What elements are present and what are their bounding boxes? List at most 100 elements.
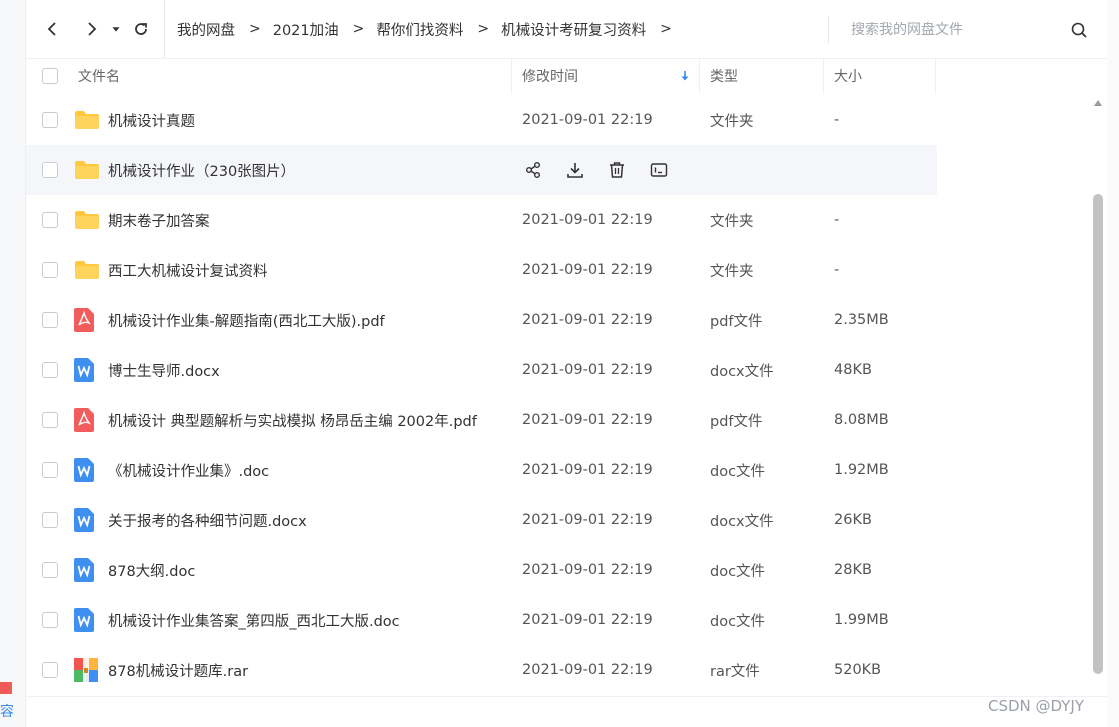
folder-icon: [74, 110, 108, 130]
breadcrumb-item-2021[interactable]: 2021加油: [273, 19, 339, 40]
sort-arrow-down-icon: [681, 70, 689, 80]
search-icon[interactable]: [1070, 21, 1088, 39]
file-name[interactable]: 机械设计作业集-解题指南(西北工大版).pdf: [108, 310, 512, 331]
file-type: 文件夹: [710, 213, 754, 230]
back-button[interactable]: [38, 14, 68, 44]
scroll-up-arrow-icon[interactable]: [1094, 100, 1102, 106]
folder-icon: [74, 260, 108, 280]
file-size: 1.92MB: [834, 462, 889, 478]
file-name[interactable]: 878大纲.doc: [108, 560, 512, 581]
file-time: 2021-09-01 22:19: [522, 362, 653, 378]
row-checkbox-cell: [26, 662, 74, 678]
file-size: 1.99MB: [834, 612, 889, 628]
file-type: 文件夹: [710, 113, 754, 130]
row-checkbox-cell: [26, 162, 74, 178]
rar-icon: [74, 658, 108, 682]
toolbar: 我的网盘 > 2021加油 > 帮你们找资料 > 机械设计考研复习资料 >: [26, 0, 1107, 58]
row-checkbox[interactable]: [42, 312, 58, 328]
scroll-thumb[interactable]: [1093, 194, 1103, 674]
search-input[interactable]: [829, 22, 1049, 38]
file-name[interactable]: 西工大机械设计复试资料: [108, 260, 512, 281]
file-row[interactable]: 《机械设计作业集》.doc 2021-09-01 22:19 doc文件 1.92MB: [26, 445, 1086, 495]
file-row[interactable]: 西工大机械设计复试资料 2021-09-01 22:19 文件夹 -: [26, 245, 1086, 295]
file-time: 2021-09-01 22:19: [522, 612, 653, 628]
right-edge-strip: [1107, 0, 1119, 727]
file-time: 2021-09-01 22:19: [522, 562, 653, 578]
breadcrumb-item-current[interactable]: 机械设计考研复习资料: [501, 19, 646, 40]
row-checkbox[interactable]: [42, 412, 58, 428]
download-icon[interactable]: [564, 159, 586, 181]
row-checkbox-cell: [26, 312, 74, 328]
file-row[interactable]: 机械设计 典型题解析与实战模拟 杨昂岳主编 2002年.pdf 2021-09-0…: [26, 395, 1086, 445]
file-size: 48KB: [834, 362, 872, 378]
row-checkbox[interactable]: [42, 512, 58, 528]
file-type: pdf文件: [710, 313, 763, 330]
file-row[interactable]: 878机械设计题库.rar 2021-09-01 22:19 rar文件 520KB: [26, 645, 1086, 695]
column-header-type[interactable]: 类型: [700, 58, 824, 94]
refresh-icon: [135, 23, 147, 35]
file-size: 26KB: [834, 512, 872, 528]
file-name[interactable]: 机械设计作业集答案_第四版_西北工大版.doc: [108, 610, 512, 631]
select-all-checkbox[interactable]: [42, 68, 58, 84]
delete-icon[interactable]: [606, 159, 628, 181]
rename-icon[interactable]: [648, 159, 670, 181]
breadcrumb-item-root[interactable]: 我的网盘: [177, 19, 235, 40]
breadcrumb-separator: >: [660, 21, 672, 37]
vertical-scrollbar[interactable]: [1092, 100, 1104, 680]
file-size: 520KB: [834, 662, 882, 678]
word-icon: [74, 558, 108, 582]
breadcrumb-separator: >: [352, 21, 365, 37]
breadcrumb-item-help[interactable]: 帮你们找资料: [376, 19, 463, 40]
row-checkbox[interactable]: [42, 112, 58, 128]
column-header-name[interactable]: 文件名: [74, 58, 512, 94]
file-time: 2021-09-01 22:19: [522, 112, 653, 128]
file-row[interactable]: 机械设计作业（230张图片）: [26, 145, 937, 195]
row-checkbox[interactable]: [42, 162, 58, 178]
file-type: docx文件: [710, 513, 774, 530]
file-time: 2021-09-01 22:19: [522, 212, 653, 228]
file-name[interactable]: 机械设计 典型题解析与实战模拟 杨昂岳主编 2002年.pdf: [108, 410, 512, 431]
file-name[interactable]: 期末卷子加答案: [108, 210, 512, 231]
file-row[interactable]: 机械设计作业集答案_第四版_西北工大版.doc 2021-09-01 22:19 d…: [26, 595, 1086, 645]
row-checkbox[interactable]: [42, 462, 58, 478]
file-row[interactable]: 期末卷子加答案 2021-09-01 22:19 文件夹 -: [26, 195, 1086, 245]
row-checkbox[interactable]: [42, 362, 58, 378]
column-header-size[interactable]: 大小: [824, 58, 936, 94]
chevron-right-icon: [88, 22, 97, 36]
folder-icon: [74, 160, 108, 180]
row-checkbox-cell: [26, 562, 74, 578]
file-size: 2.35MB: [834, 312, 889, 328]
file-row[interactable]: 机械设计作业集-解题指南(西北工大版).pdf 2021-09-01 22:19 p…: [26, 295, 1086, 345]
file-type: doc文件: [710, 563, 766, 580]
file-name[interactable]: 878机械设计题库.rar: [108, 660, 512, 681]
file-row[interactable]: 博士生导师.docx 2021-09-01 22:19 docx文件 48KB: [26, 345, 1086, 395]
row-checkbox[interactable]: [42, 562, 58, 578]
chevron-left-icon: [47, 22, 56, 36]
share-icon[interactable]: [522, 159, 544, 181]
column-header-time[interactable]: 修改时间: [512, 58, 700, 94]
file-type: 文件夹: [710, 263, 754, 280]
refresh-button[interactable]: [126, 14, 156, 44]
file-size: -: [834, 212, 840, 228]
history-dropdown-button[interactable]: [108, 14, 124, 44]
file-type: doc文件: [710, 463, 766, 480]
file-row[interactable]: 878大纲.doc 2021-09-01 22:19 doc文件 28KB: [26, 545, 1086, 595]
file-time: 2021-09-01 22:19: [522, 462, 653, 478]
file-row[interactable]: 机械设计真题 2021-09-01 22:19 文件夹 -: [26, 95, 1086, 145]
file-time: 2021-09-01 22:19: [522, 662, 653, 678]
file-size: 8.08MB: [834, 412, 889, 428]
file-row[interactable]: 关于报考的各种细节问题.docx 2021-09-01 22:19 docx文件 26…: [26, 495, 1086, 545]
file-name[interactable]: 关于报考的各种细节问题.docx: [108, 510, 512, 531]
file-name[interactable]: 博士生导师.docx: [108, 360, 512, 381]
breadcrumb-separator: >: [477, 21, 490, 37]
file-name[interactable]: 机械设计作业（230张图片）: [108, 160, 512, 181]
file-name[interactable]: 《机械设计作业集》.doc: [108, 460, 512, 481]
row-checkbox[interactable]: [42, 212, 58, 228]
caret-down-icon: [112, 27, 120, 32]
file-name[interactable]: 机械设计真题: [108, 110, 512, 131]
forward-button[interactable]: [76, 14, 106, 44]
row-checkbox[interactable]: [42, 662, 58, 678]
row-checkbox[interactable]: [42, 262, 58, 278]
row-checkbox-cell: [26, 512, 74, 528]
row-checkbox[interactable]: [42, 612, 58, 628]
